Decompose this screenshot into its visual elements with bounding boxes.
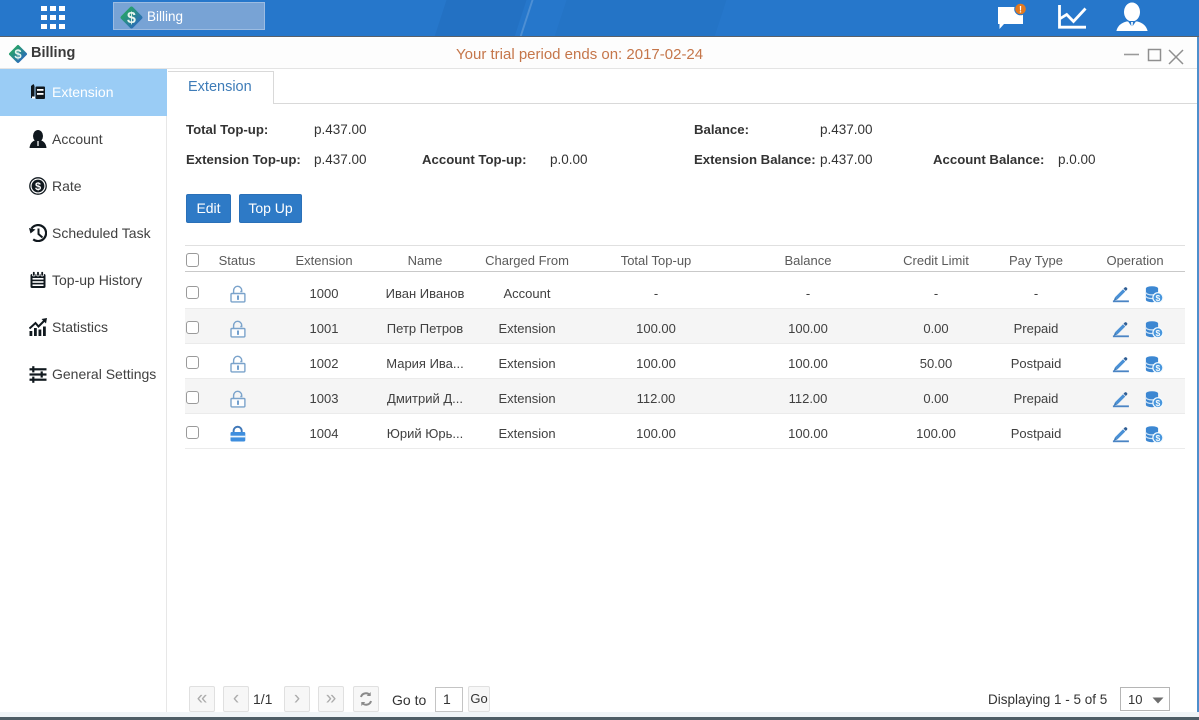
svg-text:$: $ [14,46,22,61]
svg-text:!: ! [1019,4,1022,14]
svg-text:$: $ [1156,292,1161,302]
svg-text:$: $ [127,10,136,27]
svg-text:$: $ [1156,432,1161,442]
svg-text:$: $ [35,181,41,193]
svg-text:$: $ [1156,362,1161,372]
svg-text:$: $ [1156,397,1161,407]
svg-text:$: $ [1156,327,1161,337]
